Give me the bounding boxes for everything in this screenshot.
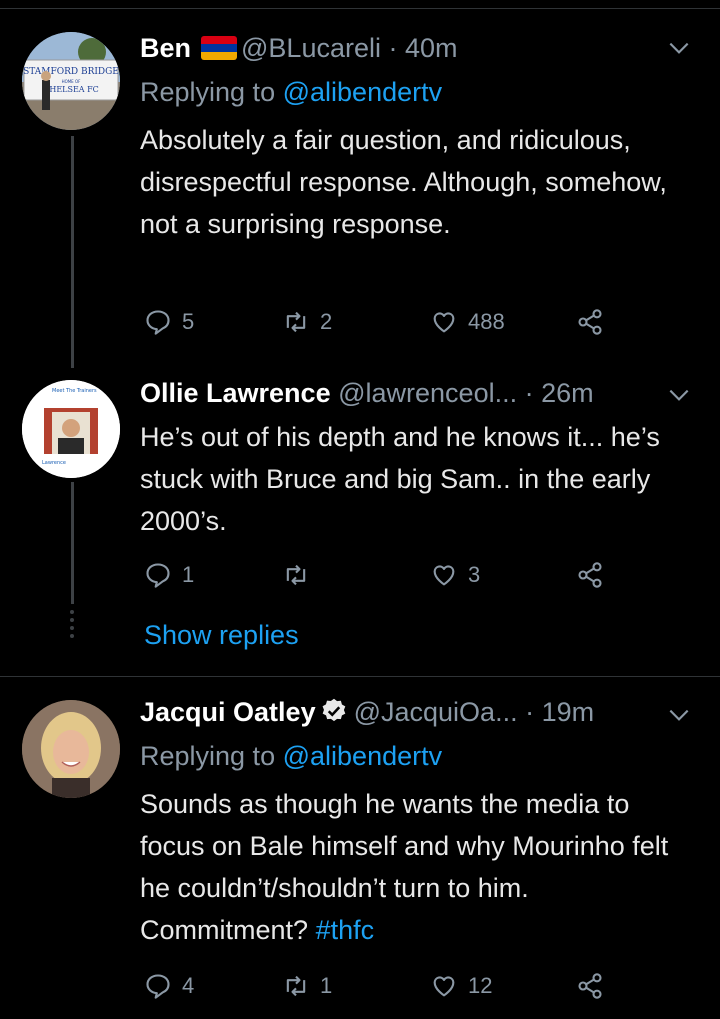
avatar[interactable]: STAMFORD BRIDGE HOME OF CHELSEA FC	[22, 32, 120, 130]
thread-line	[71, 482, 74, 604]
reply-button[interactable]: 4	[144, 966, 194, 1006]
like-icon	[433, 565, 455, 586]
retweet-button[interactable]: 1	[282, 966, 332, 1006]
chevron-down-icon[interactable]	[666, 382, 692, 408]
retweet-count: 2	[320, 309, 333, 334]
share-button[interactable]	[576, 302, 604, 342]
chevron-down-icon[interactable]	[666, 702, 692, 728]
retweet-count: 1	[320, 973, 333, 998]
share-icon	[578, 562, 602, 588]
share-icon	[578, 309, 602, 335]
armenia-flag-icon	[201, 36, 238, 60]
display-name[interactable]: Ollie Lawrence	[140, 378, 331, 408]
tweet-text: He’s out of his depth and he knows it...…	[140, 422, 660, 536]
like-button[interactable]: 488	[430, 302, 505, 342]
hashtag-link[interactable]: #thfc	[316, 915, 375, 945]
like-button[interactable]: 12	[430, 966, 492, 1006]
reply-button[interactable]: 5	[144, 302, 194, 342]
thread-dots	[69, 610, 75, 642]
retweet-icon	[286, 975, 306, 997]
share-button[interactable]	[576, 555, 604, 595]
avatar[interactable]: Meet The Trainers Lawrence	[22, 380, 120, 478]
action-bar: 4 1 12	[140, 966, 620, 1006]
replying-label: Replying to	[140, 741, 276, 771]
like-button[interactable]: 3	[430, 555, 480, 595]
display-name[interactable]: Ben	[140, 33, 191, 63]
reply-count: 5	[182, 309, 195, 334]
verified-icon	[322, 698, 345, 722]
tweet-divider	[0, 676, 720, 677]
timestamp: · 40m	[388, 33, 458, 63]
handle[interactable]: @lawrenceol...	[338, 378, 517, 408]
retweet-icon	[286, 311, 306, 333]
reply-icon	[146, 974, 170, 999]
tweet-text: Sounds as though he wants the media to f…	[140, 783, 700, 951]
action-bar: 5 2 488	[140, 302, 620, 342]
reply-count: 1	[182, 562, 195, 587]
show-replies-link[interactable]: Show replies	[144, 615, 299, 655]
avatar-image: Meet The Trainers Lawrence	[22, 380, 120, 478]
tweet-text: Absolutely a fair question, and ridiculo…	[140, 125, 667, 239]
avatar-sign-line-3: CHELSEA FC	[43, 85, 99, 94]
replying-handle[interactable]: @alibendertv	[283, 77, 443, 107]
tweet-header: Ben @BLucareli · 40m	[140, 28, 458, 68]
avatar-text-1: Meet The Trainers	[52, 388, 97, 394]
handle[interactable]: @BLucareli	[241, 33, 381, 63]
replying-handle[interactable]: @alibendertv	[283, 741, 443, 771]
retweet-button[interactable]	[282, 555, 320, 595]
avatar-text-2: Lawrence	[42, 460, 66, 466]
replying-to: Replying to @alibendertv	[140, 736, 442, 776]
avatar-sign-line-2: HOME OF	[62, 79, 82, 84]
like-count: 12	[468, 973, 493, 998]
reply-button[interactable]: 1	[144, 555, 194, 595]
share-icon	[578, 973, 602, 999]
avatar-image	[22, 700, 120, 798]
timestamp: · 19m	[525, 697, 595, 727]
top-divider	[0, 8, 720, 9]
tweet-header: Jacqui Oatley @JacquiOa... · 19m	[140, 692, 594, 732]
chevron-down-icon[interactable]	[666, 35, 692, 61]
action-bar: 1 3	[140, 555, 620, 595]
tweet-header: Ollie Lawrence @lawrenceol... · 26m	[140, 373, 594, 413]
reply-icon	[146, 563, 170, 588]
handle[interactable]: @JacquiOa...	[354, 697, 518, 727]
display-name[interactable]: Jacqui Oatley	[140, 697, 316, 727]
retweet-icon	[286, 564, 306, 586]
like-count: 3	[468, 562, 481, 587]
tweet-text-main: Sounds as though he wants the media to f…	[140, 789, 669, 945]
avatar-sign-line-1: STAMFORD BRIDGE	[23, 67, 119, 77]
replying-to: Replying to @alibendertv	[140, 72, 442, 112]
thread-line	[71, 136, 74, 368]
share-button[interactable]	[576, 966, 604, 1006]
like-icon	[433, 976, 455, 997]
replying-label: Replying to	[140, 77, 276, 107]
like-icon	[433, 312, 455, 333]
retweet-button[interactable]: 2	[282, 302, 332, 342]
avatar-image: STAMFORD BRIDGE HOME OF CHELSEA FC	[22, 32, 120, 130]
like-count: 488	[468, 309, 505, 334]
reply-count: 4	[182, 973, 195, 998]
timestamp: · 26m	[524, 378, 594, 408]
avatar[interactable]	[22, 700, 120, 798]
reply-icon	[146, 310, 170, 335]
